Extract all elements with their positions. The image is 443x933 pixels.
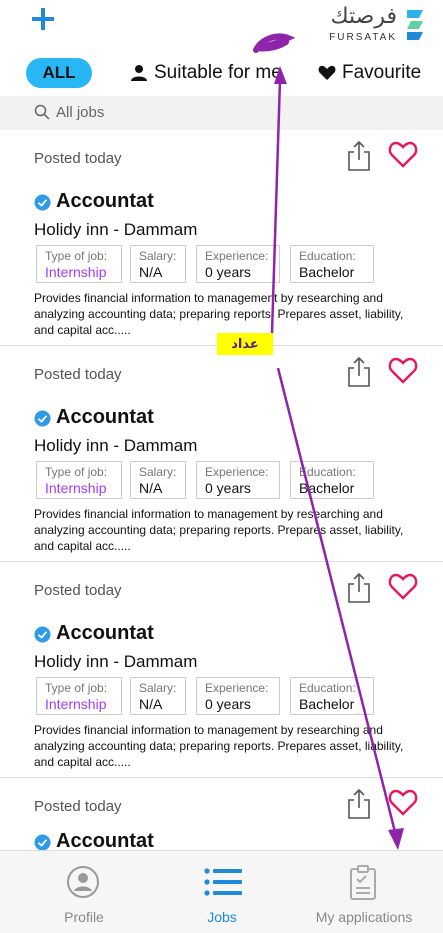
experience-label: Experience: <box>205 681 269 695</box>
list-icon <box>204 868 242 896</box>
app-header: فرصتك FURSATAK <box>0 0 443 50</box>
job-description: Provides financial information to manage… <box>34 291 404 337</box>
nav-my-applications[interactable]: My applications <box>290 851 438 933</box>
salary-value: N/A <box>139 264 163 280</box>
job-type-value: Internship <box>45 264 107 280</box>
bottom-nav: Profile Jobs My applications <box>0 850 443 933</box>
salary-value: N/A <box>139 480 163 496</box>
experience-box: Experience: 0 years <box>196 677 280 715</box>
education-label: Education: <box>299 681 356 695</box>
company-name: Holidy inn - Dammam <box>34 220 198 239</box>
annotation-label: عداد <box>217 333 273 355</box>
profile-icon <box>67 866 99 898</box>
posted-date: Posted today <box>34 150 122 167</box>
logo-arabic-text: فرصتك <box>330 4 397 29</box>
job-card[interactable]: Posted today Accountat <box>0 778 443 852</box>
salary-label: Salary: <box>139 249 177 263</box>
nav-applications-label: My applications <box>315 909 413 925</box>
job-type-box: Type of job: Internship <box>36 677 122 715</box>
tab-all[interactable]: ALL <box>26 58 92 88</box>
salary-value: N/A <box>139 696 163 712</box>
search-input[interactable]: All jobs <box>56 104 104 121</box>
experience-value: 0 years <box>205 264 251 280</box>
job-description: Provides financial information to manage… <box>34 507 404 553</box>
job-type-label: Type of job: <box>45 249 108 263</box>
job-type-label: Type of job: <box>45 681 108 695</box>
experience-label: Experience: <box>205 249 269 263</box>
share-icon[interactable] <box>346 788 372 820</box>
share-icon[interactable] <box>346 140 372 172</box>
salary-label: Salary: <box>139 681 177 695</box>
company-name: Holidy inn - Dammam <box>34 436 198 455</box>
education-value: Bachelor <box>299 696 355 712</box>
add-button[interactable] <box>30 6 60 36</box>
education-label: Education: <box>299 465 356 479</box>
logo-english-text: FURSATAK <box>329 32 397 43</box>
job-description: Provides financial information to manage… <box>34 723 404 769</box>
job-type-value: Internship <box>45 696 107 712</box>
posted-date: Posted today <box>34 582 122 599</box>
verified-badge-icon <box>34 834 51 851</box>
education-box: Education: Bachelor <box>290 461 374 499</box>
job-type-box: Type of job: Internship <box>36 245 122 283</box>
fursatak-logo: فرصتك FURSATAK <box>313 4 433 44</box>
education-value: Bachelor <box>299 480 355 496</box>
search-icon <box>34 104 50 120</box>
nav-jobs-label: Jobs <box>207 909 237 925</box>
heart-filled-icon <box>318 65 336 80</box>
plus-icon <box>32 8 54 30</box>
education-box: Education: Bachelor <box>290 677 374 715</box>
company-name: Holidy inn - Dammam <box>34 652 198 671</box>
person-icon <box>131 64 147 81</box>
job-card[interactable]: Posted today Accountat Holidy inn - Damm… <box>0 562 443 778</box>
job-title[interactable]: Accountat <box>56 406 154 429</box>
heart-outline-icon[interactable] <box>388 140 418 168</box>
job-type-box: Type of job: Internship <box>36 461 122 499</box>
share-icon[interactable] <box>346 356 372 388</box>
salary-box: Salary: N/A <box>130 245 186 283</box>
education-value: Bachelor <box>299 264 355 280</box>
job-type-value: Internship <box>45 480 107 496</box>
tab-favourite-label: Favourite <box>342 62 422 83</box>
search-bar[interactable]: All jobs <box>0 96 443 130</box>
experience-label: Experience: <box>205 465 269 479</box>
salary-box: Salary: N/A <box>130 677 186 715</box>
verified-badge-icon <box>34 194 51 211</box>
job-title[interactable]: Accountat <box>56 622 154 645</box>
job-type-label: Type of job: <box>45 465 108 479</box>
experience-box: Experience: 0 years <box>196 245 280 283</box>
job-card[interactable]: Posted today Accountat Holidy inn - Damm… <box>0 130 443 346</box>
experience-value: 0 years <box>205 696 251 712</box>
tab-suitable-label: Suitable for me <box>154 62 282 83</box>
posted-date: Posted today <box>34 798 122 815</box>
clipboard-icon <box>350 865 376 900</box>
posted-date: Posted today <box>34 366 122 383</box>
tab-suitable-for-me[interactable]: Suitable for me <box>130 58 282 88</box>
salary-label: Salary: <box>139 465 177 479</box>
filter-tabs: ALL Suitable for me Favourite <box>0 54 443 90</box>
salary-box: Salary: N/A <box>130 461 186 499</box>
logo-mark-icon <box>407 10 423 40</box>
heart-outline-icon[interactable] <box>388 356 418 384</box>
heart-outline-icon[interactable] <box>388 788 418 816</box>
nav-jobs[interactable]: Jobs <box>148 851 296 933</box>
verified-badge-icon <box>34 626 51 643</box>
tab-favourite[interactable]: Favourite <box>318 58 421 88</box>
job-card[interactable]: Posted today Accountat Holidy inn - Damm… <box>0 346 443 562</box>
share-icon[interactable] <box>346 572 372 604</box>
experience-box: Experience: 0 years <box>196 461 280 499</box>
education-box: Education: Bachelor <box>290 245 374 283</box>
nav-profile[interactable]: Profile <box>10 851 158 933</box>
experience-value: 0 years <box>205 480 251 496</box>
education-label: Education: <box>299 249 356 263</box>
verified-badge-icon <box>34 410 51 427</box>
job-title[interactable]: Accountat <box>56 190 154 213</box>
nav-profile-label: Profile <box>64 909 104 925</box>
heart-outline-icon[interactable] <box>388 572 418 600</box>
